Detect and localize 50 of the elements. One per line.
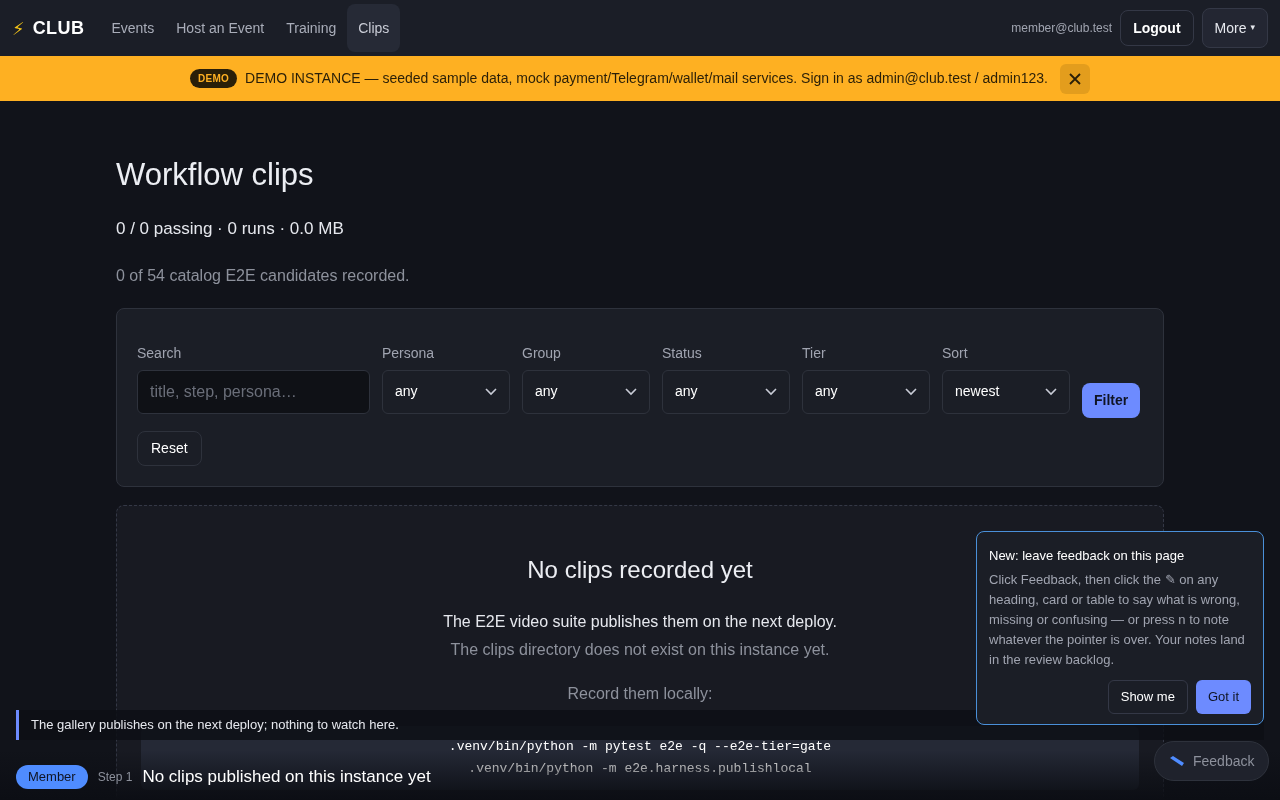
nav-link[interactable]: Events	[100, 4, 166, 52]
demo-badge: DEMO	[190, 69, 237, 88]
page-title: Workflow clips	[116, 157, 315, 193]
empty-message: The E2E video suite publishes them on the next deploy.	[443, 611, 837, 632]
select-dropdown[interactable]: any	[522, 369, 650, 414]
chevron-icon	[765, 387, 777, 396]
persona-badge: Member	[16, 765, 88, 789]
field-label: Sort	[942, 343, 969, 363]
feedback-button[interactable]: Feedback	[1154, 741, 1270, 781]
chevron-icon	[485, 387, 497, 396]
chevron-icon	[625, 387, 637, 396]
catalog-note: 0 of 54 catalog E2E candidates recorded.	[116, 265, 411, 286]
field-label: Group	[522, 343, 562, 363]
popup-body: Click Feedback, then click the ✎ on any heading, card or table to say what is wrong, missing or confusing — or press n to note whatever the pointer is over. Your notes land in the review backlog.	[989, 570, 1246, 669]
search-field[interactable]: title, step, persona…	[137, 369, 370, 414]
got-it-button[interactable]: Got it	[1195, 679, 1251, 714]
banner-text: DEMO INSTANCE — seeded sample data, mock payment/Telegram/wallet/mail services. Sign in as admin@club.test / admin123.	[245, 69, 1048, 88]
chevron-icon	[1045, 387, 1057, 396]
field-label: Tier	[802, 343, 827, 363]
nav-link[interactable]: Training	[275, 4, 348, 52]
record-label: Record them locally:	[567, 683, 713, 704]
nav-link[interactable]: Host an Event	[165, 4, 276, 52]
select-dropdown[interactable]: newest	[942, 369, 1070, 414]
step-title: No clips published on this instance yet	[142, 766, 431, 788]
close-button[interactable]	[1059, 63, 1090, 94]
field-label: Persona	[382, 343, 436, 363]
select-dropdown[interactable]: any	[382, 369, 510, 414]
filter-button[interactable]: Filter	[1082, 382, 1141, 418]
command-line: .venv/bin/python -m pytest e2e -q --e2e-tier=gate	[448, 737, 832, 756]
step-label: Step 1	[97, 768, 133, 786]
stats-summary: 0 / 0 passing · 0 runs · 0.0 MB	[116, 218, 345, 240]
brand-name[interactable]: CLUB	[32, 14, 85, 42]
popup-title: New: leave feedback on this page	[989, 547, 1186, 565]
command-line: .venv/bin/python -m e2e.harness.publishlocal	[468, 759, 812, 778]
user-email: member@club.test	[1011, 20, 1113, 37]
empty-detail: The clips directory does not exist on this instance yet.	[450, 639, 830, 660]
select-dropdown[interactable]: any	[662, 369, 790, 414]
empty-title: No clips recorded yet	[527, 554, 753, 585]
logo-icon: ⚡	[12, 14, 25, 42]
reset-button[interactable]: Reset	[137, 430, 202, 466]
close-icon	[1068, 72, 1081, 85]
field-label: Search	[137, 343, 183, 363]
more-button[interactable]: More ▾	[1201, 8, 1268, 48]
nav-link[interactable]: Clips	[347, 4, 401, 52]
field-label: Status	[662, 343, 703, 363]
select-dropdown[interactable]: any	[802, 369, 930, 414]
callout-text: The gallery publishes on the next deploy; nothing to watch here.	[31, 716, 399, 735]
show-me-button[interactable]: Show me	[1107, 679, 1188, 714]
chevron-icon	[905, 387, 917, 396]
logout-button[interactable]: Logout	[1120, 10, 1194, 46]
